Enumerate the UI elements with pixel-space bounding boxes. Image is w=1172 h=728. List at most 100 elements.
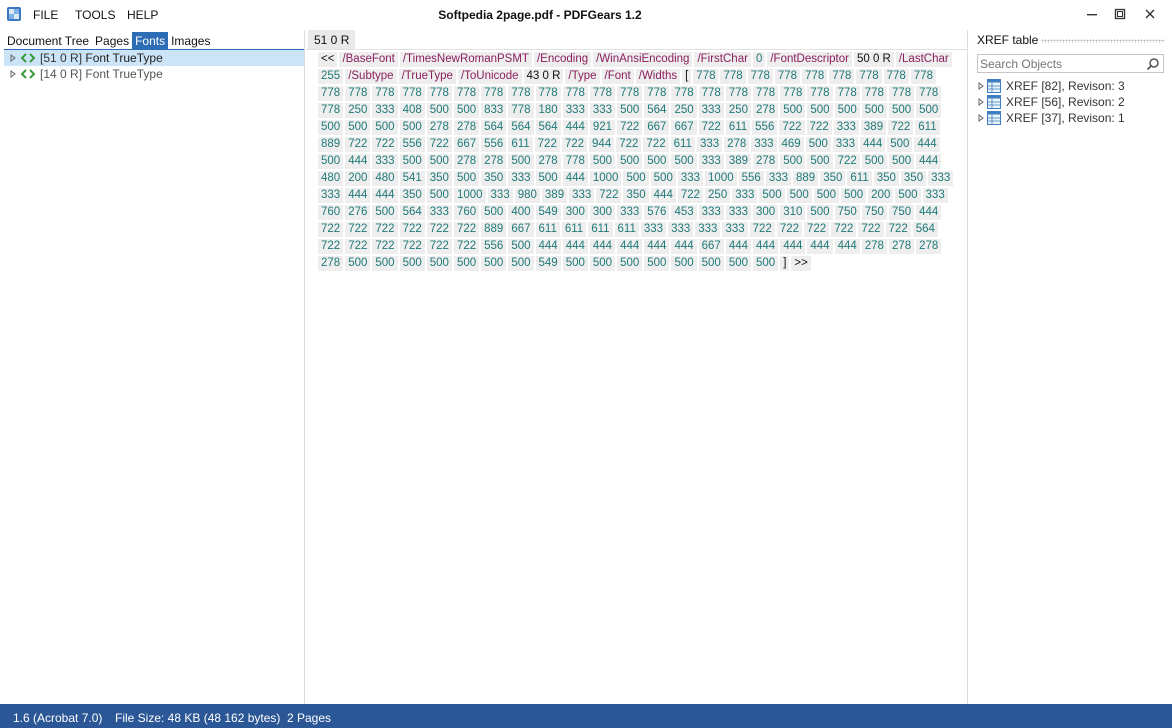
width-value-token: 556	[481, 137, 507, 152]
width-value-token: 778	[589, 86, 616, 101]
width-value-token: 444	[535, 239, 561, 254]
width-value-token: 500	[861, 103, 887, 118]
xref-item[interactable]: XREF [56], Revison: 2	[977, 94, 1125, 110]
width-value-token: 333	[318, 188, 344, 203]
width-value-token: 500	[426, 103, 452, 118]
width-value-token: 980	[514, 188, 540, 203]
width-value-token: 333	[698, 103, 724, 118]
table-icon	[987, 79, 1001, 93]
width-value-token: 722	[453, 222, 480, 237]
width-value-token: 444	[753, 239, 779, 254]
dict-key-token: /TrueType	[398, 69, 456, 84]
width-value-token: 778	[345, 86, 371, 101]
width-value-token: 500	[372, 120, 398, 135]
expand-icon[interactable]	[977, 98, 985, 106]
xref-item[interactable]: XREF [37], Revison: 1	[977, 110, 1125, 126]
tab-images[interactable]: Images	[168, 32, 213, 50]
width-value-token: 333	[722, 222, 748, 237]
width-value-token: 750	[861, 205, 887, 220]
minimize-button[interactable]	[1078, 4, 1106, 24]
width-value-token: 200	[345, 171, 371, 186]
width-value-token: 500	[698, 256, 724, 271]
width-value-token: 889	[793, 171, 819, 186]
width-value-token: 750	[834, 205, 860, 220]
width-value-token: 500	[807, 103, 833, 118]
width-value-token: 333	[426, 205, 452, 220]
width-value-token: 310	[780, 205, 806, 220]
width-value-token: 778	[481, 86, 507, 101]
width-value-token: 333	[732, 188, 758, 203]
width-value-token: 500	[426, 154, 452, 169]
page-count: 2 Pages	[287, 711, 332, 725]
object-tab[interactable]: 51 0 R	[308, 30, 356, 49]
width-value-token: 350	[623, 188, 649, 203]
width-value-token: 760	[453, 205, 480, 220]
width-value-token: 722	[749, 222, 775, 237]
search-input[interactable]	[980, 56, 1140, 71]
width-value-token: 500	[650, 171, 676, 186]
width-value-token: 444	[562, 171, 588, 186]
panel-grip[interactable]	[1041, 39, 1165, 43]
close-button[interactable]	[1136, 4, 1164, 24]
expand-icon[interactable]	[977, 114, 985, 122]
xref-item-label: XREF [56], Revison: 2	[1006, 95, 1125, 109]
width-value-token: 500	[753, 256, 779, 271]
width-value-token: 564	[644, 103, 670, 118]
width-value-token: 722	[804, 222, 830, 237]
width-value-token: 500	[426, 256, 452, 271]
dict-number-token: 0	[752, 52, 766, 67]
width-value-token: 778	[802, 69, 828, 84]
expand-icon[interactable]	[8, 53, 18, 63]
width-value-token: 667	[453, 137, 480, 152]
width-value-token: 556	[399, 137, 425, 152]
width-value-token: 333	[569, 188, 595, 203]
width-value-token: 722	[888, 120, 914, 135]
tree-item-ref: [51 0 R]	[40, 51, 83, 65]
font-tree-item[interactable]: [51 0 R] Font TrueType	[4, 50, 304, 66]
width-value-token: 500	[426, 188, 452, 203]
expand-icon[interactable]	[977, 82, 985, 90]
width-value-token: 278	[535, 154, 561, 169]
xref-item[interactable]: XREF [82], Revison: 3	[977, 78, 1125, 94]
width-value-token: 556	[481, 239, 507, 254]
width-value-token: 500	[318, 120, 344, 135]
window-title: Softpedia 2page.pdf - PDFGears 1.2	[438, 8, 642, 22]
width-value-token: 350	[873, 171, 899, 186]
width-value-token: 722	[372, 137, 398, 152]
width-value-token: 444	[725, 239, 751, 254]
tab-fonts[interactable]: Fonts	[132, 32, 169, 50]
maximize-button[interactable]	[1106, 4, 1134, 24]
width-value-token: 444	[562, 239, 588, 254]
width-value-token: 778	[916, 86, 942, 101]
width-value-token: 667	[671, 120, 697, 135]
width-value-token: 722	[318, 239, 344, 254]
width-value-token: 722	[858, 222, 884, 237]
tab-pages[interactable]: Pages	[92, 32, 132, 50]
width-value-token: 500	[535, 171, 561, 186]
width-value-token: 778	[883, 69, 909, 84]
width-value-token: 250	[725, 103, 751, 118]
width-value-token: 611	[670, 137, 695, 152]
width-value-token: 250	[345, 103, 371, 118]
expand-icon[interactable]	[8, 69, 18, 79]
tab-document-tree[interactable]: Document Tree	[4, 32, 92, 50]
width-value-token: 500	[644, 256, 670, 271]
width-value-token: 500	[916, 103, 942, 118]
width-value-token: 333	[372, 154, 398, 169]
width-value-token: 500	[318, 154, 344, 169]
width-value-token: 500	[589, 154, 616, 169]
width-value-token: 278	[724, 137, 750, 152]
search-icon[interactable]	[1146, 57, 1160, 71]
width-value-token: 760	[318, 205, 344, 220]
width-value-token: 480	[372, 171, 398, 186]
width-value-token: 333	[562, 103, 588, 118]
width-value-token: 778	[693, 69, 719, 84]
font-tree-item[interactable]: [14 0 R] Font TrueType	[4, 66, 304, 82]
title-bar: FILE TOOLS HELP Softpedia 2page.pdf - PD…	[0, 0, 1172, 30]
dict-key-token: /Encoding	[533, 52, 592, 67]
search-box[interactable]	[977, 54, 1164, 73]
width-value-token: 778	[426, 86, 452, 101]
width-value-token: 500	[617, 103, 643, 118]
width-value-token: 350	[820, 171, 846, 186]
width-value-token: 333	[832, 137, 859, 152]
